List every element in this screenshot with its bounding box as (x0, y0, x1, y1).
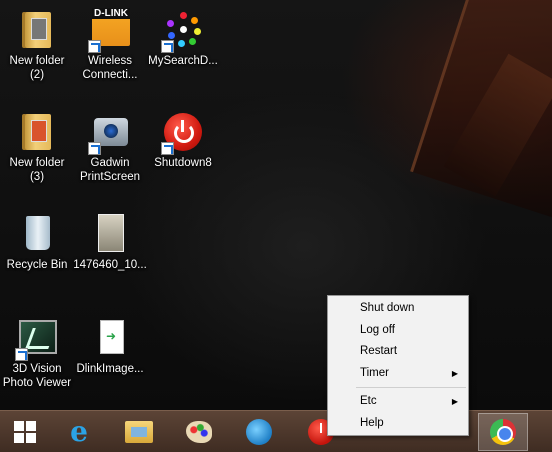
desktop-icon-label: Recycle Bin (6, 259, 68, 271)
palette-icon (186, 421, 212, 443)
power-icon (161, 112, 203, 155)
3d-vision-icon (15, 318, 57, 361)
taskbar-file-explorer[interactable] (114, 413, 164, 451)
folder-icon (125, 421, 153, 443)
desktop-icon-new-folder-2[interactable]: New folder (2) (0, 10, 77, 82)
folder-icon (17, 10, 57, 50)
camera-icon (88, 112, 130, 155)
desktop-icon-wireless-connection[interactable]: D-LINK Wireless Connecti... (70, 8, 150, 82)
menu-item-label: Timer (360, 366, 389, 379)
desktop: New folder (2) D-LINK Wireless Connecti.… (0, 0, 552, 410)
bird-icon (246, 419, 272, 445)
dlink-icon: D-LINK (88, 8, 130, 53)
menu-separator (356, 387, 466, 388)
submenu-arrow-icon: ▶ (451, 397, 458, 406)
photo-icon (90, 214, 130, 254)
taskbar-internet-explorer[interactable]: e (54, 413, 104, 451)
shutdown-context-menu: Shut down Log off Restart Timer ▶ Etc ▶ … (327, 295, 469, 436)
menu-item-label: Shut down (360, 302, 415, 314)
taskbar-app[interactable] (234, 413, 284, 451)
desktop-icon-label: Gadwin PrintScreen (79, 157, 141, 183)
menu-item-log-off[interactable]: Log off (328, 320, 468, 342)
dlink-brand-text: D-LINK (92, 8, 130, 19)
desktop-icon-gadwin-printscreen[interactable]: Gadwin PrintScreen (70, 112, 150, 184)
ie-icon: e (70, 415, 88, 448)
menu-item-timer[interactable]: Timer ▶ (328, 363, 468, 385)
desktop-icon-label: New folder (2) (9, 55, 65, 81)
menu-item-label: Help (360, 416, 384, 429)
shortcut-arrow-icon (161, 40, 174, 53)
recycle-bin-icon (17, 214, 57, 254)
desktop-icon-label: Shutdown8 (154, 157, 212, 169)
desktop-icon-label: MySearchD... (148, 55, 218, 67)
chrome-icon (490, 419, 516, 445)
desktop-icon-new-folder-3[interactable]: New folder (3) (0, 112, 77, 184)
taskbar-paint[interactable] (174, 413, 224, 451)
file-icon (90, 318, 130, 358)
shortcut-arrow-icon (88, 142, 101, 155)
menu-item-label: Etc (360, 395, 377, 407)
desktop-icon-label: DlinkImage... (76, 363, 144, 375)
shortcut-arrow-icon (15, 348, 28, 361)
desktop-icon-recycle-bin[interactable]: Recycle Bin (0, 214, 77, 272)
submenu-arrow-icon: ▶ (451, 368, 458, 378)
start-button[interactable] (0, 413, 50, 451)
desktop-icon-dlink-image[interactable]: DlinkImage... (70, 318, 150, 376)
windows-logo-icon (14, 421, 36, 443)
desktop-icon-label: New folder (3) (9, 157, 65, 183)
mysearch-dots-icon (161, 10, 203, 53)
desktop-icon-label: Wireless Connecti... (82, 55, 138, 81)
taskbar: e (0, 410, 552, 452)
desktop-icon-label: 3D Vision Photo Viewer (2, 363, 72, 389)
shortcut-arrow-icon (161, 142, 174, 155)
menu-item-shut-down[interactable]: Shut down (328, 298, 468, 320)
menu-item-label: Restart (360, 345, 398, 357)
taskbar-chrome[interactable] (478, 413, 528, 451)
menu-item-label: Log off (360, 323, 395, 336)
menu-item-restart[interactable]: Restart (328, 341, 468, 363)
shortcut-arrow-icon (88, 40, 101, 53)
menu-item-help[interactable]: Help (328, 413, 468, 435)
menu-item-etc[interactable]: Etc ▶ (328, 391, 468, 413)
desktop-icon-3d-vision-photo-viewer[interactable]: 3D Vision Photo Viewer (0, 318, 77, 390)
folder-icon (17, 112, 57, 152)
desktop-icon-shutdown8[interactable]: Shutdown8 (143, 112, 223, 170)
desktop-icon-mysearch[interactable]: MySearchD... (143, 10, 223, 68)
desktop-icon-label: 1476460_10... (73, 259, 147, 271)
desktop-icon-photo-file[interactable]: 1476460_10... (70, 214, 150, 272)
